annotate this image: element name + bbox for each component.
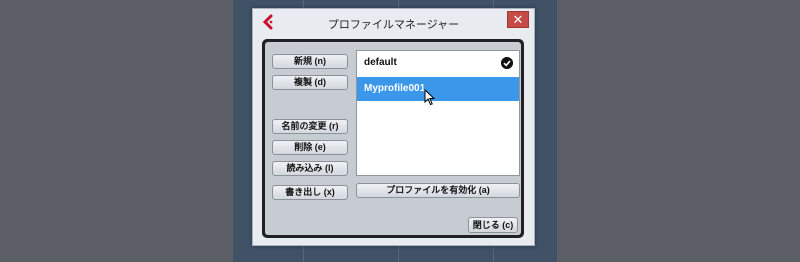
check-circle-icon [501, 57, 513, 69]
close-dialog-button[interactable]: 閉じる (c) [468, 217, 518, 233]
content-panel-frame: 新規 (n) 複製 (d) 名前の変更 (r) 削除 (e) 読み込み (l) … [262, 39, 524, 238]
activate-profile-button[interactable]: プロファイルを有効化 (a) [356, 183, 520, 198]
rename-profile-button[interactable]: 名前の変更 (r) [272, 119, 348, 134]
dialog-title: プロファイルマネージャー [327, 19, 460, 31]
profile-name: Myprofile001 [364, 83, 426, 94]
list-item-selected[interactable]: Myprofile001 [357, 77, 519, 101]
new-profile-button[interactable]: 新規 (n) [272, 54, 348, 69]
background-left [0, 0, 233, 262]
mouse-cursor-icon [424, 89, 436, 106]
list-item[interactable]: default [357, 51, 519, 75]
profile-name: default [364, 57, 397, 68]
export-profile-button[interactable]: 書き出し (x) [272, 185, 348, 200]
duplicate-profile-button[interactable]: 複製 (d) [272, 75, 348, 90]
profile-manager-dialog: プロファイルマネージャー ✕ 新規 (n) 複製 (d) 名前の変更 (r) 削… [252, 8, 535, 246]
background-right [557, 0, 800, 262]
close-window-button[interactable]: ✕ [507, 11, 529, 28]
title-bar[interactable]: プロファイルマネージャー ✕ [253, 9, 534, 36]
delete-profile-button[interactable]: 削除 (e) [272, 140, 348, 155]
import-profile-button[interactable]: 読み込み (l) [272, 161, 348, 176]
content-panel: 新規 (n) 複製 (d) 名前の変更 (r) 削除 (e) 読み込み (l) … [265, 42, 521, 235]
profile-list[interactable]: default Myprofile001 [356, 50, 520, 176]
